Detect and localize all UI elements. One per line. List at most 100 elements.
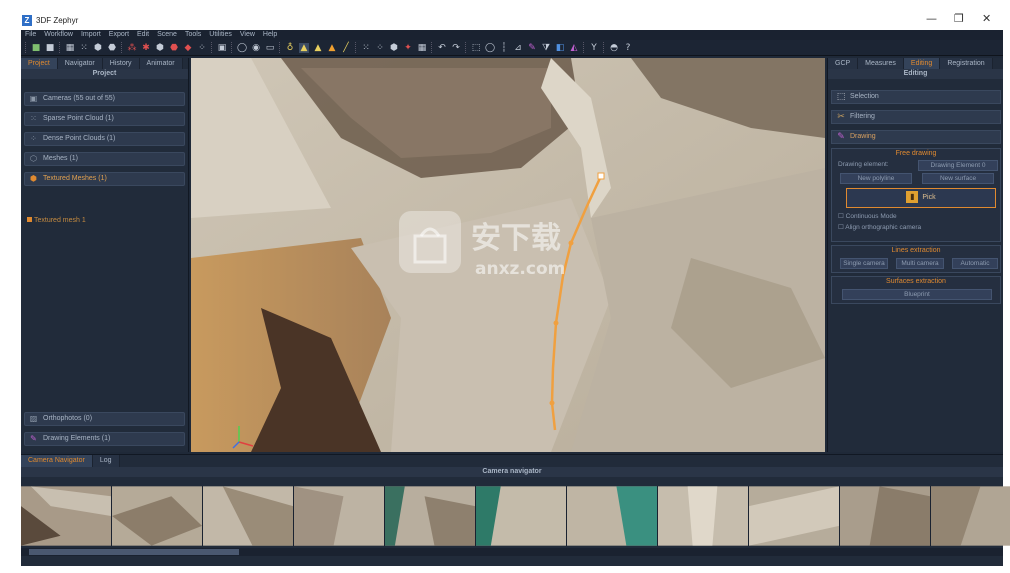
- dense-view-icon[interactable]: ⬢: [93, 43, 103, 53]
- tab-gcp[interactable]: GCP: [828, 58, 859, 69]
- project-item-textured-meshes[interactable]: ⬢ Textured Meshes (1): [24, 172, 185, 186]
- minimize-button[interactable]: —: [926, 12, 937, 25]
- camera-thumbnail[interactable]: [567, 486, 658, 546]
- camera-thumbnail[interactable]: [112, 486, 203, 546]
- project-item-sparse-cloud[interactable]: ⁙ Sparse Point Cloud (1): [24, 112, 185, 126]
- filtering-button[interactable]: ✂ Filtering: [831, 110, 1001, 124]
- lasso-icon[interactable]: ◯: [485, 43, 495, 53]
- cameras-view-icon[interactable]: ▦: [65, 43, 75, 53]
- grid-icon[interactable]: ▦: [417, 43, 427, 53]
- camera-icon[interactable]: ▣: [217, 43, 227, 53]
- single-camera-button[interactable]: Single camera: [840, 258, 888, 269]
- render-icon[interactable]: ◭: [569, 43, 579, 53]
- maximize-button[interactable]: ❐: [954, 12, 964, 25]
- project-item-cameras[interactable]: ▣ Cameras (55 out of 55): [24, 92, 185, 106]
- automatic-button[interactable]: Automatic: [952, 258, 998, 269]
- new-surface-button[interactable]: New surface: [922, 173, 994, 184]
- tab-editing[interactable]: Editing: [903, 58, 941, 69]
- continuous-mode-checkbox[interactable]: ☐ Continuous Mode: [838, 212, 897, 220]
- project-item-meshes[interactable]: ⬡ Meshes (1): [24, 152, 185, 166]
- scrollbar-thumb[interactable]: [29, 549, 239, 555]
- close-button[interactable]: ✕: [982, 12, 991, 25]
- camera-thumbnail[interactable]: [294, 486, 385, 546]
- menu-workflow[interactable]: Workflow: [44, 30, 73, 40]
- tab-animator[interactable]: Animator: [139, 58, 183, 69]
- sparse-dots-icon[interactable]: ⁙: [361, 43, 371, 53]
- mesh-generation-icon[interactable]: ⬢: [155, 43, 165, 53]
- tab-camera-navigator[interactable]: Camera Navigator: [21, 455, 93, 467]
- pick-point-icon[interactable]: ┆: [499, 43, 509, 53]
- shading-icon[interactable]: ▲: [299, 42, 309, 53]
- menu-edit[interactable]: Edit: [137, 30, 149, 40]
- camera-thumbnail[interactable]: [931, 486, 1010, 546]
- pick-button[interactable]: ▮ Pick: [846, 188, 996, 208]
- dense-dots-icon[interactable]: ⁘: [375, 43, 385, 53]
- tab-measures[interactable]: Measures: [858, 58, 904, 69]
- camera-thumbnail[interactable]: [21, 486, 112, 546]
- brush-icon[interactable]: ╱: [341, 43, 351, 53]
- mesh-view-icon[interactable]: ⬣: [107, 43, 117, 53]
- light-icon[interactable]: ♁: [285, 43, 295, 53]
- help-icon[interactable]: ?: [623, 43, 633, 53]
- menu-import[interactable]: Import: [81, 30, 101, 40]
- cube-red-icon[interactable]: ◆: [183, 43, 193, 53]
- camera-thumbnail[interactable]: [658, 486, 749, 546]
- menu-scene[interactable]: Scene: [157, 30, 177, 40]
- frame-icon[interactable]: ▭: [265, 43, 275, 53]
- shading-color-icon[interactable]: ▲: [327, 43, 337, 53]
- menu-utilities[interactable]: Utilities: [209, 30, 232, 40]
- antenna-icon[interactable]: Y: [589, 43, 599, 53]
- tab-project[interactable]: Project: [21, 58, 58, 69]
- project-item-dense-clouds[interactable]: ⁘ Dense Point Clouds (1): [24, 132, 185, 146]
- cube-color-icon[interactable]: ✦: [403, 43, 413, 53]
- polyline-vertex[interactable]: [553, 320, 559, 326]
- points-icon[interactable]: ⁘: [197, 43, 207, 53]
- menu-help[interactable]: Help: [263, 30, 277, 40]
- tab-registration[interactable]: Registration: [940, 58, 993, 69]
- rotate-icon[interactable]: ◯: [237, 43, 247, 53]
- tab-log[interactable]: Log: [92, 455, 120, 467]
- sparse-reconstruction-icon[interactable]: ⁂: [127, 43, 137, 53]
- camera-thumbnail[interactable]: [840, 486, 931, 546]
- measure-icon[interactable]: ⊿: [513, 43, 523, 53]
- shading-alt-icon[interactable]: ▲: [313, 43, 323, 53]
- thumbnail-scrollbar[interactable]: [21, 548, 1003, 556]
- 3d-viewport[interactable]: 安下载 anxz.com: [191, 58, 825, 452]
- menu-view[interactable]: View: [240, 30, 255, 40]
- drawing-element-select[interactable]: Drawing Element 0: [918, 160, 998, 171]
- select-box-icon[interactable]: ⬚: [471, 43, 481, 53]
- undo-icon[interactable]: ↶: [437, 43, 447, 53]
- menu-file[interactable]: File: [25, 30, 36, 40]
- filter-icon[interactable]: ⧩: [541, 43, 551, 53]
- sparse-view-icon[interactable]: ⁙: [79, 43, 89, 53]
- multi-camera-button[interactable]: Multi camera: [896, 258, 944, 269]
- camera-thumbnail[interactable]: [203, 486, 294, 546]
- blueprint-button[interactable]: Blueprint: [842, 289, 992, 300]
- camera-thumbnail[interactable]: [749, 486, 840, 546]
- project-item-drawing-elements[interactable]: ✎ Drawing Elements (1): [24, 432, 185, 446]
- project-item-orthophotos[interactable]: ▨ Orthophotos (0): [24, 412, 185, 426]
- cube-icon[interactable]: ⬢: [389, 43, 399, 53]
- drawing-button[interactable]: ✎ Drawing: [831, 130, 1001, 144]
- selection-button[interactable]: ⬚ Selection: [831, 90, 1001, 104]
- new-polyline-button[interactable]: New polyline: [840, 173, 912, 184]
- menu-export[interactable]: Export: [109, 30, 129, 40]
- menu-tools[interactable]: Tools: [185, 30, 201, 40]
- tab-navigator[interactable]: Navigator: [57, 58, 103, 69]
- textured-mesh-subitem[interactable]: Textured mesh 1: [27, 217, 86, 224]
- camera-thumbnail[interactable]: [385, 486, 476, 546]
- orbit-icon[interactable]: ◉: [251, 43, 261, 53]
- camera-thumbnail[interactable]: [476, 486, 567, 546]
- texture-icon[interactable]: ⬣: [169, 43, 179, 53]
- draw-icon[interactable]: ✎: [527, 43, 537, 53]
- polyline-vertex[interactable]: [549, 400, 555, 406]
- align-ortho-checkbox[interactable]: ☐ Align orthographic camera: [838, 223, 921, 231]
- tab-history[interactable]: History: [102, 58, 140, 69]
- new-project-icon[interactable]: ■: [31, 43, 41, 53]
- vr-icon[interactable]: ◓: [609, 43, 619, 53]
- polyline-start-handle[interactable]: [597, 172, 605, 180]
- save-icon[interactable]: ■: [45, 43, 55, 53]
- dense-reconstruction-icon[interactable]: ✱: [141, 43, 151, 53]
- redo-icon[interactable]: ↷: [451, 43, 461, 53]
- export-icon[interactable]: ◧: [555, 43, 565, 53]
